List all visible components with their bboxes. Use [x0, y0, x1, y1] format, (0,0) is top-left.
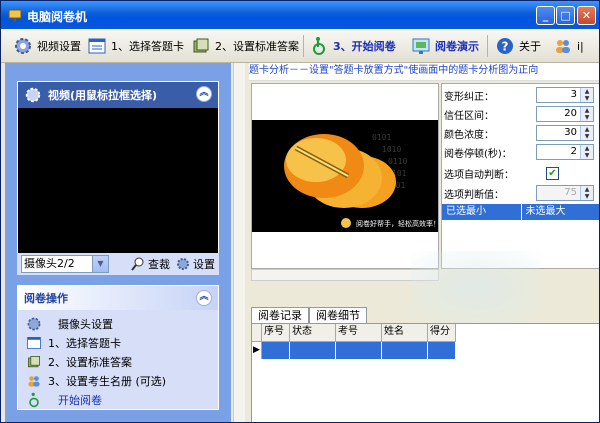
hint-text: 题卡分析－－设置"答题卡放置方式"使画面中的题卡分析图为正向	[249, 63, 599, 81]
svg-text:阅卷好帮手，轻松高效率！: 阅卷好帮手，轻松高效率！	[356, 219, 438, 228]
confidence-spinner[interactable]: 20 ▲ ▼	[536, 106, 594, 122]
ops-item-camera-settings[interactable]: 摄像头设置	[18, 314, 218, 333]
table-cell[interactable]	[290, 342, 336, 359]
color-density-spinner[interactable]: 30 ▲ ▼	[536, 125, 594, 141]
setting-row: 选项自动判断： ✔	[442, 164, 599, 182]
video-panel-header: 视频(用鼠标拉框选择) ︽	[18, 82, 218, 108]
pause-seconds-spinner[interactable]: 2 ▲ ▼	[536, 144, 594, 160]
col-header-exam-no[interactable]: 考号	[336, 324, 382, 342]
current-row-indicator-icon: ▶	[252, 342, 262, 359]
main-window: 电脑阅卷机 _ □ ✕ 视频设置 1、选择答题卡 2、设置标准答案 3、开始阅卷…	[0, 0, 600, 423]
preview-image: 010110100110101010110 阅卷好帮手，轻松高效率！	[252, 120, 440, 232]
users-icon	[28, 375, 40, 387]
svg-text:?: ?	[502, 40, 509, 54]
toolbar-separator	[303, 35, 304, 57]
about-button[interactable]: ? 关于	[495, 34, 541, 58]
col-header-score[interactable]: 得分	[428, 324, 456, 342]
logo-image: 010110100110101010110 阅卷好帮手，轻松高效率！	[284, 133, 440, 228]
set-answer-button[interactable]: 2、设置标准答案	[191, 34, 299, 58]
spinner-arrows-icon[interactable]: ▲ ▼	[580, 186, 593, 200]
title-bar: 电脑阅卷机 _ □ ✕	[1, 1, 599, 29]
chevron-down-icon[interactable]: ▼	[92, 256, 108, 272]
vertical-splitter[interactable]	[233, 63, 245, 422]
answer-icon	[28, 355, 40, 367]
card-preview[interactable]: 010110100110101010110 阅卷好帮手，轻松高效率！	[251, 83, 440, 269]
row-header-corner	[252, 324, 262, 342]
left-panel: 视频(用鼠标拉框选择) ︽ 摄像头2/2 ▼ 查裁 设置 阅卷操作 ︽ 摄像头设…	[5, 63, 231, 422]
toolbar: 视频设置 1、选择答题卡 2、设置标准答案 3、开始阅卷 阅卷演示 ? 关于 i…	[1, 29, 599, 63]
table-cell[interactable]	[336, 342, 382, 359]
search-icon	[131, 257, 144, 271]
collapse-video-button[interactable]: ︽	[196, 86, 212, 102]
col-header-name[interactable]: 姓名	[382, 324, 428, 342]
search-button[interactable]: 查裁	[131, 256, 170, 272]
demo-icon	[412, 38, 430, 54]
help-icon: ?	[497, 38, 513, 54]
spinner-arrows-icon[interactable]: ▲ ▼	[580, 126, 593, 140]
table-cell[interactable]	[262, 342, 290, 359]
card-icon	[27, 336, 41, 349]
answer-icon	[193, 38, 209, 53]
svg-text:0110: 0110	[388, 157, 407, 166]
ops-item-select-card[interactable]: 1、选择答题卡	[18, 333, 218, 352]
judge-threshold-spinner[interactable]: 75 ▲ ▼	[536, 185, 594, 201]
camera-select[interactable]: 摄像头2/2 ▼	[21, 255, 109, 273]
camera-settings-button[interactable]: 设置	[176, 256, 215, 272]
svg-text:1010: 1010	[382, 145, 401, 154]
toolbar-separator	[487, 35, 488, 57]
users-button[interactable]: i|	[553, 34, 584, 58]
spinner-arrows-icon[interactable]: ▲ ▼	[580, 145, 593, 159]
setting-row: 变形纠正： 3 ▲ ▼	[442, 86, 599, 104]
table-cell[interactable]	[382, 342, 428, 359]
operations-panel: 阅卷操作 ︽ 摄像头设置 1、选择答题卡 2、设置标准答案 3、设置考生名册 (…	[17, 285, 219, 410]
setting-row: 信任区间： 20 ▲ ▼	[442, 105, 599, 123]
maximize-button[interactable]: □	[556, 6, 575, 25]
gear-icon	[15, 38, 31, 54]
spinner-arrows-icon[interactable]: ▲ ▼	[580, 88, 593, 102]
users-icon	[556, 40, 570, 53]
ops-item-set-answer[interactable]: 2、设置标准答案	[18, 352, 218, 371]
spinner-arrows-icon[interactable]: ▲ ▼	[580, 107, 593, 121]
gear-icon	[177, 258, 189, 270]
min-max-strip: 已选最小 未选最大	[442, 204, 599, 220]
collapse-operations-button[interactable]: ︽	[196, 290, 212, 306]
right-panel: 题卡分析－－设置"答题卡放置方式"使画面中的题卡分析图为正向 0101 1010 0…	[247, 63, 599, 422]
ops-item-start-marking[interactable]: 开始阅卷	[18, 390, 218, 409]
demo-button[interactable]: 阅卷演示	[411, 34, 479, 58]
settings-panel: 变形纠正： 3 ▲ ▼ 信任区间： 20 ▲ ▼ 颜色浓度： 30 ▲ ▼ 阅卷停顿(秒)：…	[441, 83, 599, 269]
select-card-button[interactable]: 1、选择答题卡	[87, 34, 184, 58]
video-controls: 摄像头2/2 ▼ 查裁 设置	[17, 253, 219, 275]
close-button[interactable]: ✕	[577, 6, 596, 25]
wheelchair-icon	[313, 37, 325, 55]
svg-text:0101: 0101	[372, 133, 391, 142]
video-settings-button[interactable]: 视频设置	[13, 34, 81, 58]
video-panel[interactable]: 视频(用鼠标拉框选择) ︽	[17, 81, 219, 271]
auto-judge-checkbox[interactable]: ✔	[546, 166, 559, 180]
setting-row: 颜色浓度： 30 ▲ ▼	[442, 124, 599, 142]
operations-header: 阅卷操作 ︽	[18, 286, 218, 310]
setting-row: 选项判断值： 75 ▲ ▼	[442, 184, 599, 202]
minimize-button[interactable]: _	[536, 6, 555, 25]
start-marking-button[interactable]: 3、开始阅卷	[309, 34, 396, 58]
ops-item-student-roster[interactable]: 3、设置考生名册 (可选)	[18, 371, 218, 390]
deformation-spinner[interactable]: 3 ▲ ▼	[536, 87, 594, 103]
gear-icon	[25, 87, 41, 103]
records-grid: 序号 状态 考号 姓名 得分 ▶	[251, 323, 599, 422]
card-icon	[88, 38, 106, 54]
col-header-status[interactable]: 状态	[290, 324, 336, 342]
table-cell[interactable]	[428, 342, 456, 359]
setting-row: 阅卷停顿(秒)： 2 ▲ ▼	[442, 143, 599, 161]
col-header-index[interactable]: 序号	[262, 324, 290, 342]
gear-icon	[27, 317, 41, 330]
app-icon	[8, 9, 22, 22]
window-title: 电脑阅卷机	[27, 10, 88, 24]
wheelchair-icon	[29, 392, 39, 407]
